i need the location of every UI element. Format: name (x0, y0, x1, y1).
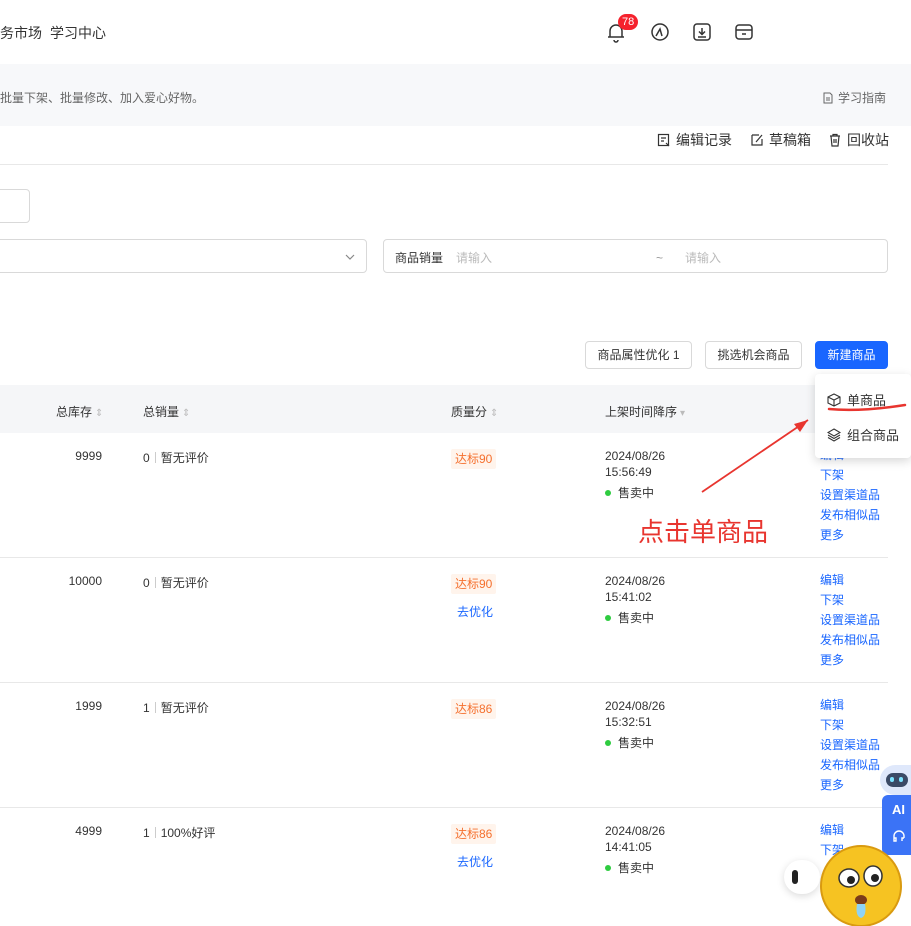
set-channel-link[interactable]: 设置渠道品 (820, 610, 880, 630)
listed-date: 2024/08/26 15:32:51 (605, 699, 666, 729)
sales-cell: 0 暂无评价 (143, 576, 209, 590)
quality-tag: 达标90 (451, 574, 497, 594)
learning-guide-link[interactable]: 学习指南 (822, 89, 886, 106)
filter-input-partial[interactable] (0, 189, 30, 223)
status-badge: 售卖中 (605, 484, 654, 501)
cube-icon (827, 392, 841, 407)
quality-tag: 达标86 (451, 824, 497, 844)
drafts-label: 草稿箱 (769, 132, 811, 148)
listed-date: 2024/08/26 15:41:02 (605, 574, 666, 604)
sales-cell: 0 暂无评价 (143, 451, 209, 465)
listed-date: 2024/08/26 15:56:49 (605, 449, 666, 479)
set-channel-link[interactable]: 设置渠道品 (820, 485, 880, 505)
combo-product-option[interactable]: 组合商品 (827, 425, 899, 444)
stock-cell: 9999 (75, 449, 102, 463)
edit-record-icon (657, 133, 670, 147)
range-separator: ~ (656, 251, 664, 265)
set-channel-link[interactable]: 设置渠道品 (820, 735, 880, 755)
status-badge: 售卖中 (605, 859, 654, 876)
pick-opportunity-button[interactable]: 挑选机会商品 (705, 341, 802, 369)
status-badge: 售卖中 (605, 609, 654, 626)
table-header (0, 385, 888, 433)
recycle-bin-label: 回收站 (847, 132, 889, 148)
stock-cell: 10000 (68, 574, 102, 588)
quality-tag: 达标86 (451, 699, 497, 719)
nav-service-market[interactable]: 务市场 (0, 23, 42, 43)
status-badge: 售卖中 (605, 734, 654, 751)
stock-cell: 4999 (75, 824, 102, 838)
ai-label: AI (892, 802, 905, 817)
edit-history-label: 编辑记录 (676, 132, 732, 148)
learning-guide-label: 学习指南 (837, 91, 886, 105)
notification-badge: 78 (618, 14, 639, 30)
top-header: 务市场 学习中心 78 (0, 0, 911, 64)
draft-icon (751, 134, 763, 146)
attr-optimize-button[interactable]: 商品属性优化 1 (585, 341, 692, 369)
optimize-link[interactable]: 去优化 (457, 603, 493, 620)
more-link[interactable]: 更多 (820, 525, 880, 545)
recycle-bin-link[interactable]: 回收站 (828, 130, 889, 150)
trash-icon (830, 133, 840, 147)
sales-cell: 1 100%好评 (143, 826, 216, 840)
sales-filter-label: 商品销量 (395, 251, 444, 265)
optimize-link[interactable]: 去优化 (457, 853, 493, 870)
single-product-label: 单商品 (847, 393, 887, 408)
divider (0, 164, 888, 165)
new-product-button[interactable]: 新建商品 (815, 341, 888, 369)
edit-history-link[interactable]: 编辑记录 (657, 130, 732, 150)
sales-max-input[interactable]: 请输入 (685, 249, 721, 266)
sales-min-input[interactable]: 请输入 (456, 249, 492, 266)
publish-similar-link[interactable]: 发布相似品 (820, 505, 880, 525)
more-link[interactable]: 更多 (820, 775, 880, 795)
emoji-sticker-icon (820, 845, 902, 926)
notice-strip: 批量下架、批量修改、加入爱心好物。 学习指南 (0, 64, 911, 126)
listed-date: 2024/08/26 14:41:05 (605, 824, 666, 854)
col-sales[interactable]: 总销量 ⇕ (143, 403, 190, 420)
download-icon[interactable] (690, 20, 714, 44)
row-divider (0, 557, 888, 558)
shop-icon[interactable] (732, 20, 756, 44)
publish-similar-link[interactable]: 发布相似品 (820, 630, 880, 650)
row-actions: 编辑 下架 设置渠道品 发布相似品 更多 (820, 695, 880, 795)
new-product-dropdown: 单商品 组合商品 (815, 374, 911, 458)
sales-cell: 1 暂无评价 (143, 701, 209, 715)
row-divider (0, 807, 888, 808)
delist-link[interactable]: 下架 (820, 590, 880, 610)
delist-link[interactable]: 下架 (820, 465, 880, 485)
combo-product-label: 组合商品 (847, 428, 900, 443)
col-quality[interactable]: 质量分 ⇕ (451, 403, 498, 420)
row-divider (0, 682, 888, 683)
document-icon (823, 92, 833, 103)
chevron-down-icon (345, 254, 355, 260)
single-product-option[interactable]: 单商品 (827, 390, 886, 409)
robot-avatar[interactable] (880, 765, 911, 795)
row-actions: 编辑 下架 设置渠道品 发布相似品 更多 (820, 445, 880, 545)
stock-cell: 1999 (75, 699, 102, 713)
publish-similar-link[interactable]: 发布相似品 (820, 755, 880, 775)
row-actions: 编辑 下架 设置渠道品 发布相似品 更多 (820, 570, 880, 670)
drafts-link[interactable]: 草稿箱 (750, 130, 811, 150)
layers-icon (827, 427, 841, 442)
col-listed-time[interactable]: 上架时间降序 ▾ (605, 403, 685, 420)
filter-select[interactable] (0, 239, 367, 273)
edit-link[interactable]: 编辑 (820, 570, 880, 590)
notice-text: 批量下架、批量修改、加入爱心好物。 (0, 91, 205, 105)
quality-tag: 达标90 (451, 449, 497, 469)
col-stock[interactable]: 总库存 ⇕ (56, 403, 103, 420)
gauge-icon[interactable] (648, 20, 672, 44)
edit-link[interactable]: 编辑 (820, 695, 880, 715)
edit-link[interactable]: 编辑 (820, 820, 844, 840)
nav-learning-center[interactable]: 学习中心 (50, 23, 106, 43)
annotation-text: 点击单商品 (638, 517, 769, 547)
delist-link[interactable]: 下架 (820, 715, 880, 735)
more-link[interactable]: 更多 (820, 650, 880, 670)
